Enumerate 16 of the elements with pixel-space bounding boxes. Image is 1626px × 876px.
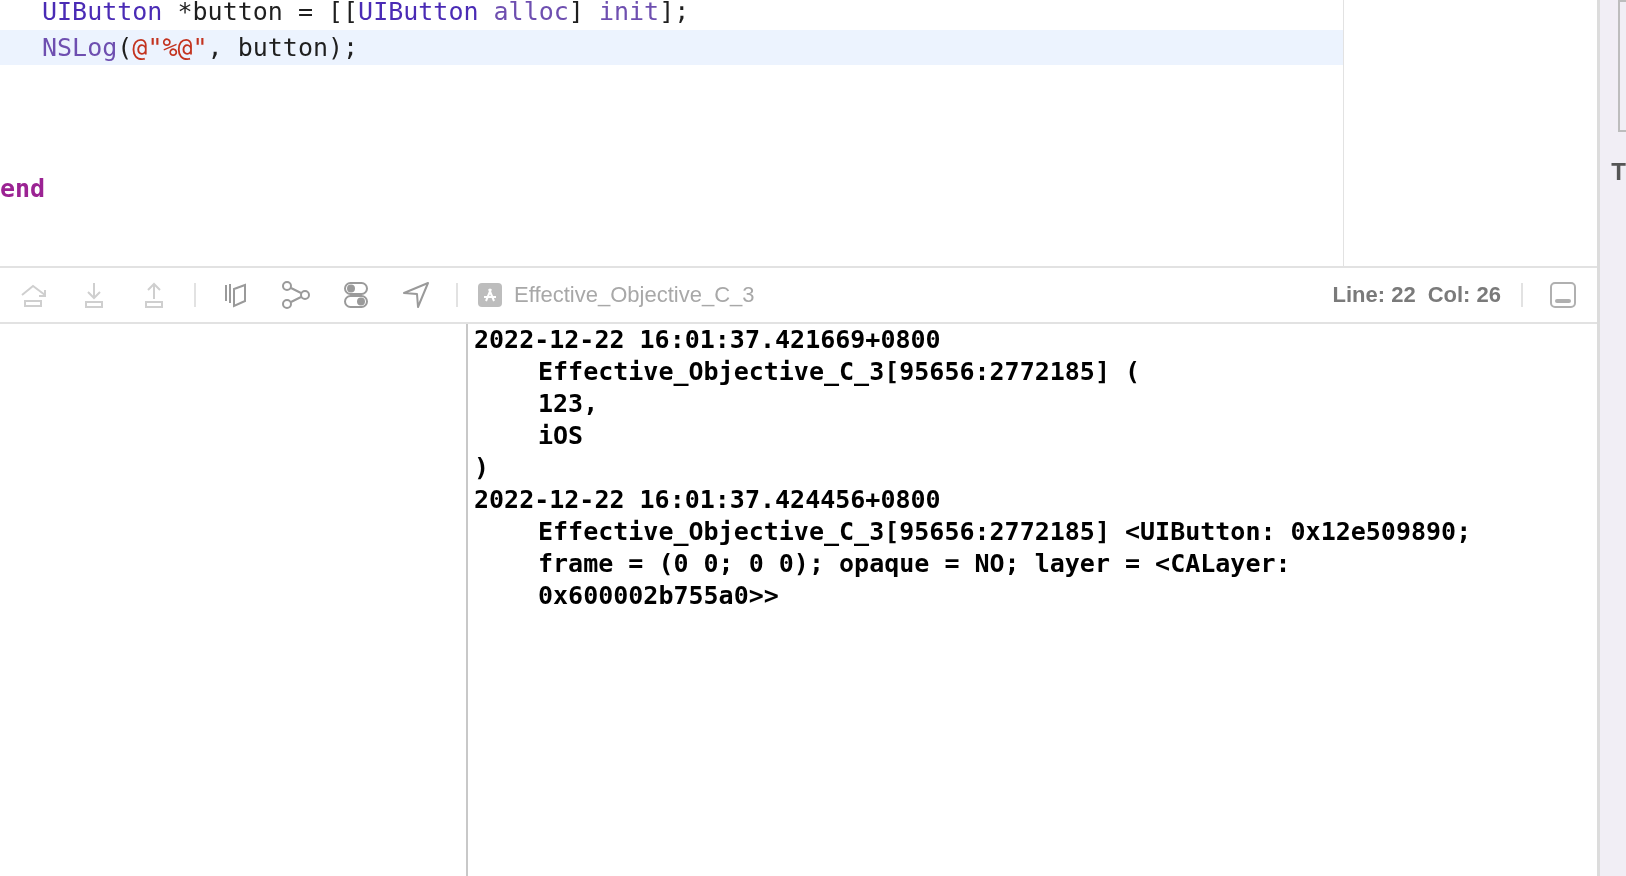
console-output-line: frame = (0 0; 0 0); opaque = NO; layer = <CALayer: xyxy=(537,548,1292,580)
console-output-line: 2022-12-22 16:01:37.424456+0800 xyxy=(474,484,942,516)
console-output-line: ) xyxy=(474,452,491,484)
console-output-line: Effective_Objective_C_3[95656:2772185] ( xyxy=(537,356,1142,388)
console-output-line: 123, xyxy=(537,388,600,420)
column-number: Col: 26 xyxy=(1427,282,1501,308)
code-line: end xyxy=(0,173,47,205)
console-output-line: 2022-12-22 16:01:37.421669+0800 xyxy=(474,324,942,356)
console-output-line: 0x600002b755a0>> xyxy=(537,580,780,612)
app-store-icon xyxy=(478,283,502,307)
console-output-line: iOS xyxy=(537,420,585,452)
line-number: Line: 22 xyxy=(1332,282,1416,308)
inspector-label: T xyxy=(1611,160,1626,184)
scheme-name[interactable]: Effective_Objective_C_3 xyxy=(514,282,755,308)
code-line: UIButton *button = [[UIButton alloc] init]; xyxy=(41,0,691,28)
console-output-line: Effective_Objective_C_3[95656:2772185] <UIButton: 0x12e509890; xyxy=(537,516,1473,548)
